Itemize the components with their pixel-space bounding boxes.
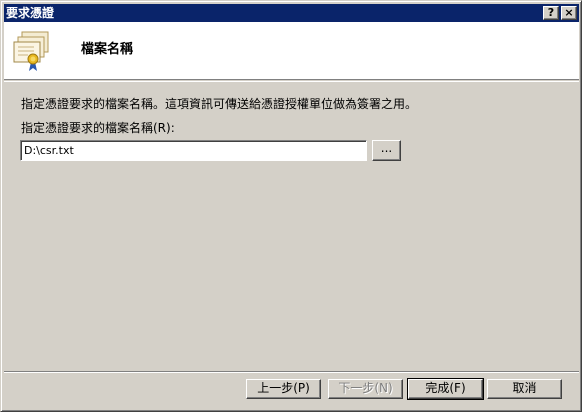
cancel-button[interactable]: 取消 [487,379,562,399]
request-certificate-dialog: 要求憑證 ? × 檔案名稱 指定憑證要求的檔案名稱。這項資訊可傳送給憑證授權單位… [0,0,582,412]
back-button[interactable]: 上一步(P) [246,379,321,399]
title-bar[interactable]: 要求憑證 ? × [4,4,579,22]
help-button[interactable]: ? [543,6,559,20]
browse-button[interactable]: ... [372,140,401,161]
window-title: 要求憑證 [6,6,55,20]
header-divider [4,81,579,82]
description-text: 指定憑證要求的檔案名稱。這項資訊可傳送給憑證授權單位做為簽署之用。 [21,97,418,111]
page-title: 檔案名稱 [81,42,134,57]
certificate-icon [13,31,49,71]
finish-button[interactable]: 完成(F) [407,378,484,400]
close-button[interactable]: × [561,6,577,20]
wizard-header: 檔案名稱 [4,22,579,80]
next-button[interactable]: 下一步(N) [328,379,403,399]
footer-divider-highlight [4,372,579,373]
filename-input[interactable] [20,140,367,161]
filename-label: 指定憑證要求的檔案名稱(R): [21,121,175,135]
